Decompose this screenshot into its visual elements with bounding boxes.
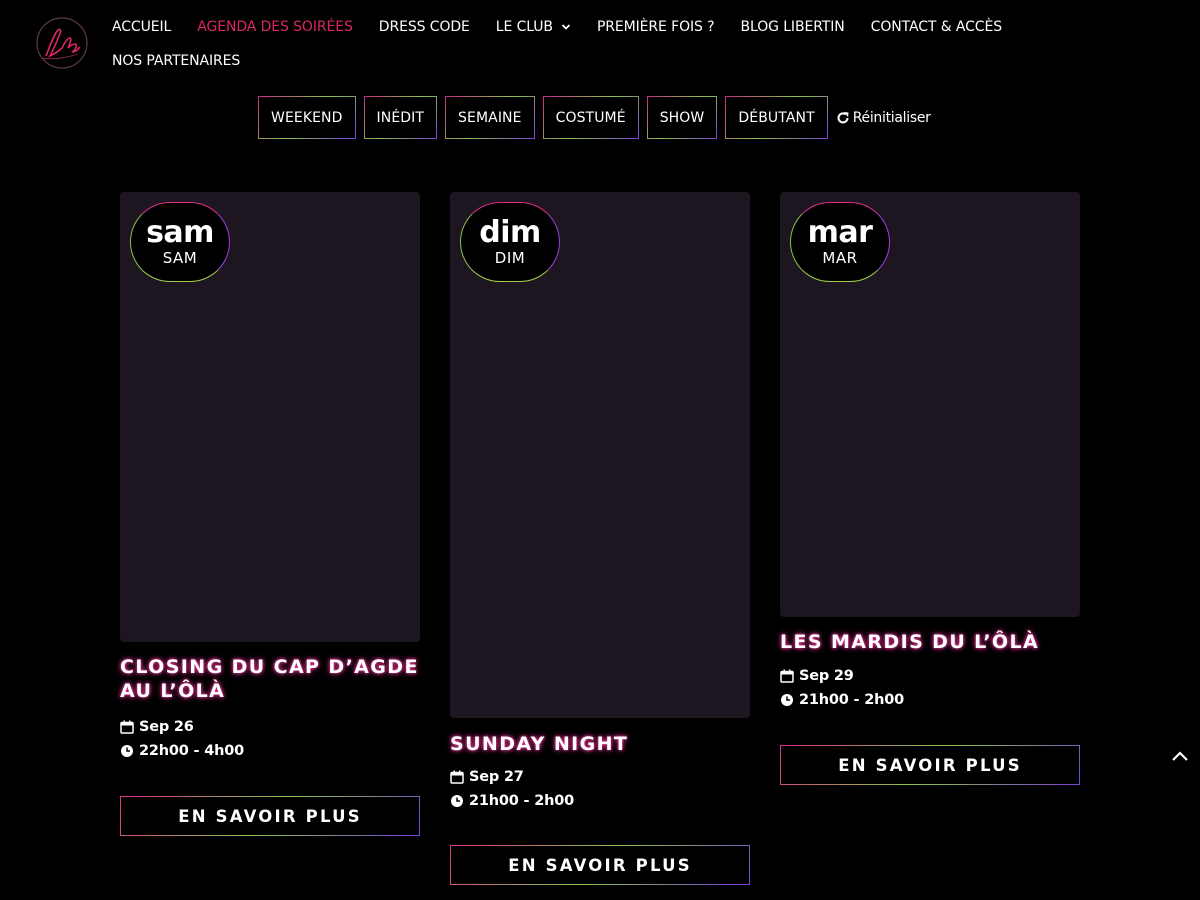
nav-row-1: ACCUEIL AGENDA DES SOIRÉES DRESS CODE LE… [112, 14, 1072, 40]
filter-show-button[interactable]: SHOW [646, 96, 718, 139]
refresh-icon [836, 111, 850, 125]
nav-item-le-club-label: LE CLUB [495, 19, 553, 35]
day-label: SAM [162, 248, 198, 267]
en-savoir-plus-button[interactable]: EN SAVOIR PLUS [780, 745, 1080, 785]
event-meta: Sep 26 22h00 - 4h00 [120, 715, 420, 763]
filter-semaine-button[interactable]: SEMAINE [445, 96, 535, 139]
nav-item-agenda[interactable]: AGENDA DES SOIRÉES [197, 19, 353, 35]
event-time-text: 22h00 - 4h00 [139, 743, 244, 759]
event-date-text: Sep 29 [799, 668, 854, 684]
nav-item-partenaires[interactable]: NOS PARTENAIRES [112, 53, 240, 69]
main-navigation: ACCUEIL AGENDA DES SOIRÉES DRESS CODE LE… [112, 14, 1072, 74]
nav-row-2: NOS PARTENAIRES [112, 48, 1072, 74]
event-date: Sep 29 [780, 664, 1080, 688]
filter-weekend-button[interactable]: WEEKEND [258, 96, 356, 139]
event-time-text: 21h00 - 2h00 [799, 692, 904, 708]
en-savoir-plus-button[interactable]: EN SAVOIR PLUS [120, 796, 420, 836]
nav-item-premiere-fois[interactable]: PREMIÈRE FOIS ? [597, 19, 715, 35]
event-date: Sep 26 [120, 715, 420, 739]
nav-item-contact[interactable]: CONTACT & ACCÈS [871, 19, 1002, 35]
filter-inedit-button[interactable]: INÉDIT [363, 96, 438, 139]
nav-item-le-club[interactable]: LE CLUB [496, 19, 571, 35]
filter-costume-button[interactable]: COSTUMÉ [542, 96, 639, 139]
clock-icon [450, 794, 464, 808]
event-time: 21h00 - 2h00 [780, 688, 1080, 712]
event-image[interactable]: sam SAM [120, 192, 420, 642]
reset-filters-button[interactable]: Réinitialiser [836, 110, 931, 126]
clock-icon [780, 693, 794, 707]
event-meta: Sep 29 21h00 - 2h00 [780, 664, 1080, 712]
event-filters: WEEKEND INÉDIT SEMAINE COSTUMÉ SHOW DÉBU… [258, 96, 931, 139]
day-badge: dim DIM [460, 202, 560, 282]
logo-icon [36, 17, 88, 69]
event-meta: Sep 27 21h00 - 2h00 [450, 765, 750, 813]
day-label: DIM [494, 248, 526, 267]
day-short: dim [479, 214, 541, 250]
day-label: MAR [822, 248, 858, 267]
filter-debutant-button[interactable]: DÉBUTANT [725, 96, 828, 139]
event-card: sam SAM CLOSING DU CAP D’AGDE AU L’ÔLÀ S… [120, 192, 420, 836]
nav-item-blog[interactable]: BLOG LIBERTIN [741, 19, 845, 35]
event-card: dim DIM SUNDAY NIGHT Sep 27 21h00 - 2h00… [450, 192, 750, 885]
reset-label: Réinitialiser [852, 109, 931, 126]
day-short: sam [146, 214, 214, 250]
calendar-icon [120, 720, 134, 734]
event-card: mar MAR LES MARDIS DU L’ÔLÀ Sep 29 21h00… [780, 192, 1080, 785]
event-time: 21h00 - 2h00 [450, 789, 750, 813]
event-time-text: 21h00 - 2h00 [469, 793, 574, 809]
nav-item-dress-code[interactable]: DRESS CODE [379, 19, 470, 35]
day-badge: sam SAM [130, 202, 230, 282]
nav-item-accueil[interactable]: ACCUEIL [112, 19, 171, 35]
event-date-text: Sep 26 [139, 719, 194, 735]
day-badge: mar MAR [790, 202, 890, 282]
site-logo[interactable] [32, 16, 92, 70]
chevron-down-icon [561, 22, 571, 32]
event-date: Sep 27 [450, 765, 750, 789]
clock-icon [120, 744, 134, 758]
event-title[interactable]: CLOSING DU CAP D’AGDE AU L’ÔLÀ [120, 655, 420, 703]
event-image[interactable]: dim DIM [450, 192, 750, 718]
event-date-text: Sep 27 [469, 769, 524, 785]
calendar-icon [450, 770, 464, 784]
event-image[interactable]: mar MAR [780, 192, 1080, 617]
event-time: 22h00 - 4h00 [120, 739, 420, 763]
en-savoir-plus-button[interactable]: EN SAVOIR PLUS [450, 845, 750, 885]
chevron-up-icon [1172, 751, 1188, 761]
calendar-icon [780, 669, 794, 683]
day-short: mar [807, 214, 873, 250]
event-title[interactable]: LES MARDIS DU L’ÔLÀ [780, 630, 1080, 654]
back-to-top-button[interactable] [1170, 746, 1190, 766]
event-title[interactable]: SUNDAY NIGHT [450, 732, 750, 756]
